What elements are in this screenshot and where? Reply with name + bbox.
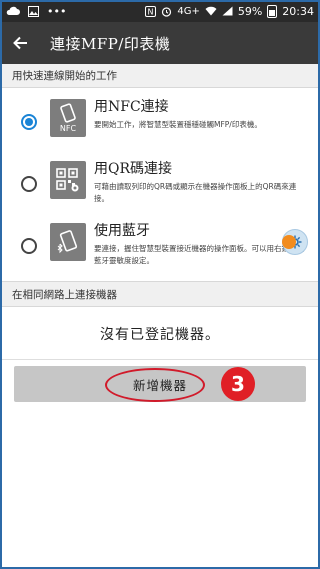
radio-bluetooth[interactable] [21,238,37,254]
radio-nfc[interactable] [21,114,37,130]
nfc-icon: N [145,5,157,17]
nfc-phone-icon: NFC [50,99,86,137]
option-qr-text: 用QR碼連接 可藉由讀取列印的QR碼或顯示在機器操作面板上的QR碼來連接。 [94,158,310,205]
floating-assistant-dot[interactable] [282,235,296,249]
option-qr[interactable]: 用QR碼連接 可藉由讀取列印的QR碼或顯示在機器操作面板上的QR碼來連接。 [0,154,320,216]
empty-device-message: 沒有已登記機器。 [0,308,320,360]
status-right-icons: N 4G+ 59% 20:34 [145,4,314,18]
cloud-icon [6,6,20,15]
qr-code-icon [50,161,86,199]
highlight-ellipse [105,368,205,402]
app-bar: 連接MFP/印表機 [0,22,320,64]
section-header-same-network: 在相同網路上連接機器 [0,281,320,307]
bluetooth-phone-icon [50,223,86,261]
signal-icon [222,6,233,16]
option-bluetooth-text: 使用藍牙 要連接，握住智慧型裝置接近機器的操作面板。可以用右鈕變更藍牙靈敏度設定… [94,220,310,267]
option-description: 可藉由讀取列印的QR碼或顯示在機器操作面板上的QR碼來連接。 [94,182,297,203]
status-bar: ••• N 4G+ 59% 20:34 [0,0,320,22]
battery-icon [267,4,278,18]
clock-time: 20:34 [282,4,314,18]
option-title: 使用藍牙 [94,223,150,239]
page-title: 連接MFP/印表機 [50,34,171,53]
option-description: 要連接，握住智慧型裝置接近機器的操作面板。可以用右鈕變更藍牙靈敏度設定。 [94,244,304,265]
option-nfc[interactable]: NFC 用NFC連接 要開始工作，將智慧型裝置穩穩碰觸MFP/印表機。 [0,92,320,154]
step-number-badge: 3 [221,367,255,401]
more-dots-icon: ••• [47,4,67,18]
network-type-label: 4G+ [177,5,200,17]
radio-qr[interactable] [21,176,37,192]
section-title: 在相同網路上連接機器 [12,288,117,301]
back-arrow-icon[interactable] [10,33,30,53]
section-title: 用快速連線開始的工作 [12,70,117,82]
wifi-icon [205,6,217,16]
option-description: 要開始工作，將智慧型裝置穩穩碰觸MFP/印表機。 [94,120,262,129]
option-bluetooth[interactable]: 使用藍牙 要連接，握住智慧型裝置接近機器的操作面板。可以用右鈕變更藍牙靈敏度設定… [0,216,320,278]
battery-percent: 59% [237,4,263,18]
nfc-icon-label: NFC [59,124,77,133]
status-left-icons: ••• [6,5,66,18]
image-icon [28,5,39,17]
section-header-quick-connect: 用快速連線開始的工作 [0,64,320,88]
option-title: 用NFC連接 [94,99,169,115]
alarm-icon [162,6,172,17]
option-nfc-text: 用NFC連接 要開始工作，將智慧型裝置穩穩碰觸MFP/印表機。 [94,96,310,131]
option-title: 用QR碼連接 [94,161,173,177]
svg-text:N: N [148,7,154,16]
